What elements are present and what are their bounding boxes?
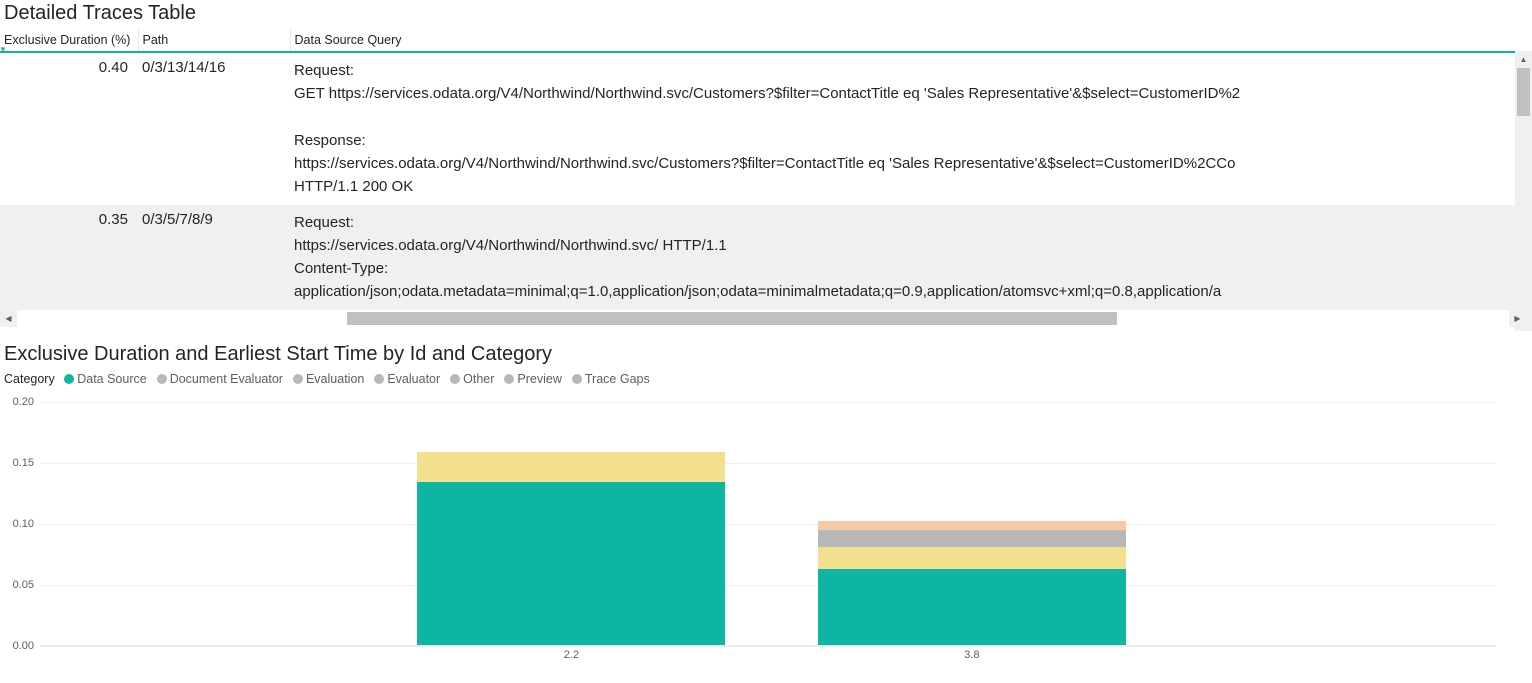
legend-item[interactable]: Trace Gaps bbox=[572, 372, 650, 386]
y-tick-label: 0.10 bbox=[13, 518, 34, 530]
y-tick-label: 0.20 bbox=[13, 396, 34, 408]
gridline bbox=[40, 463, 1496, 464]
sort-descending-icon: ▼ bbox=[0, 45, 7, 54]
table-row[interactable]: 0.35 0/3/5/7/8/9 Request: https://servic… bbox=[0, 205, 1526, 310]
gridline bbox=[40, 402, 1496, 403]
legend-item[interactable]: Document Evaluator bbox=[157, 372, 283, 386]
scroll-left-icon[interactable]: ◀ bbox=[0, 310, 17, 327]
scroll-up-icon[interactable]: ▲ bbox=[1515, 51, 1532, 68]
bar-segment[interactable] bbox=[417, 452, 725, 483]
y-tick-label: 0.05 bbox=[13, 579, 34, 591]
legend-label: Category bbox=[4, 372, 55, 386]
legend-item[interactable]: Data Source bbox=[64, 372, 146, 386]
legend-item-label: Other bbox=[463, 372, 494, 386]
horizontal-scrollbar[interactable]: ◀ ▶ bbox=[0, 310, 1526, 327]
legend-swatch-icon bbox=[293, 374, 303, 384]
chart-title: Exclusive Duration and Earliest Start Ti… bbox=[0, 341, 1532, 370]
plot-area: 2.23.8 bbox=[40, 402, 1496, 646]
cell-path: 0/3/5/7/8/9 bbox=[138, 205, 290, 310]
y-tick-label: 0.15 bbox=[13, 457, 34, 469]
cell-query: Request: GET https://services.odata.org/… bbox=[290, 52, 1526, 205]
cell-duration: 0.35 bbox=[0, 205, 138, 310]
legend-item-label: Data Source bbox=[77, 372, 146, 386]
legend-swatch-icon bbox=[374, 374, 384, 384]
bar-segment[interactable] bbox=[818, 521, 1126, 530]
bar-segment[interactable] bbox=[417, 482, 725, 644]
col-header-path[interactable]: Path bbox=[138, 29, 290, 52]
bar-segment[interactable] bbox=[818, 547, 1126, 569]
scroll-track[interactable] bbox=[17, 310, 1509, 327]
bar-segment[interactable] bbox=[818, 530, 1126, 547]
table-title: Detailed Traces Table bbox=[0, 0, 1532, 29]
legend-swatch-icon bbox=[157, 374, 167, 384]
legend-item[interactable]: Preview bbox=[504, 372, 561, 386]
chart-legend: Category Data Source Document Evaluator Ev… bbox=[0, 370, 1532, 394]
col-header-duration-label: Exclusive Duration (%) bbox=[4, 33, 130, 47]
legend-item-label: Evaluation bbox=[306, 372, 364, 386]
legend-item[interactable]: Evaluator bbox=[374, 372, 440, 386]
scroll-right-icon[interactable]: ▶ bbox=[1509, 310, 1526, 327]
legend-item-label: Preview bbox=[517, 372, 561, 386]
legend-item[interactable]: Other bbox=[450, 372, 494, 386]
bar-segment[interactable] bbox=[818, 569, 1126, 645]
cell-query: Request: https://services.odata.org/V4/N… bbox=[290, 205, 1526, 310]
table-row[interactable]: 0.40 0/3/13/14/16 Request: GET https://s… bbox=[0, 52, 1526, 205]
chart-area[interactable]: 0.000.050.100.150.20 2.23.8 bbox=[4, 394, 1504, 662]
legend-item-label: Trace Gaps bbox=[585, 372, 650, 386]
y-tick-label: 0.00 bbox=[13, 640, 34, 652]
vertical-scrollbar[interactable]: ▲ bbox=[1515, 51, 1532, 331]
gridline bbox=[40, 524, 1496, 525]
legend-item[interactable]: Evaluation bbox=[293, 372, 364, 386]
x-tick-label: 2.2 bbox=[564, 649, 579, 661]
legend-swatch-icon bbox=[450, 374, 460, 384]
gridline bbox=[40, 646, 1496, 647]
gridline bbox=[40, 585, 1496, 586]
x-tick-label: 3.8 bbox=[964, 649, 979, 661]
legend-item-label: Document Evaluator bbox=[170, 372, 283, 386]
traces-table: Exclusive Duration (%) ▼ Path Data Sourc… bbox=[0, 29, 1526, 310]
traces-table-container: Exclusive Duration (%) ▼ Path Data Sourc… bbox=[0, 29, 1532, 310]
bar-group[interactable] bbox=[818, 521, 1126, 644]
cell-path: 0/3/13/14/16 bbox=[138, 52, 290, 205]
cell-duration: 0.40 bbox=[0, 52, 138, 205]
legend-swatch-icon bbox=[64, 374, 74, 384]
legend-item-label: Evaluator bbox=[387, 372, 440, 386]
legend-swatch-icon bbox=[572, 374, 582, 384]
scroll-thumb[interactable] bbox=[347, 312, 1117, 325]
bar-group[interactable] bbox=[417, 452, 725, 645]
col-header-query[interactable]: Data Source Query bbox=[290, 29, 1526, 52]
legend-swatch-icon bbox=[504, 374, 514, 384]
col-header-duration[interactable]: Exclusive Duration (%) ▼ bbox=[0, 29, 138, 52]
y-axis: 0.00 0.05 0.10 0.15 0.20 bbox=[4, 394, 36, 662]
table-header-row: Exclusive Duration (%) ▼ Path Data Sourc… bbox=[0, 29, 1526, 52]
scroll-thumb[interactable] bbox=[1517, 68, 1530, 116]
